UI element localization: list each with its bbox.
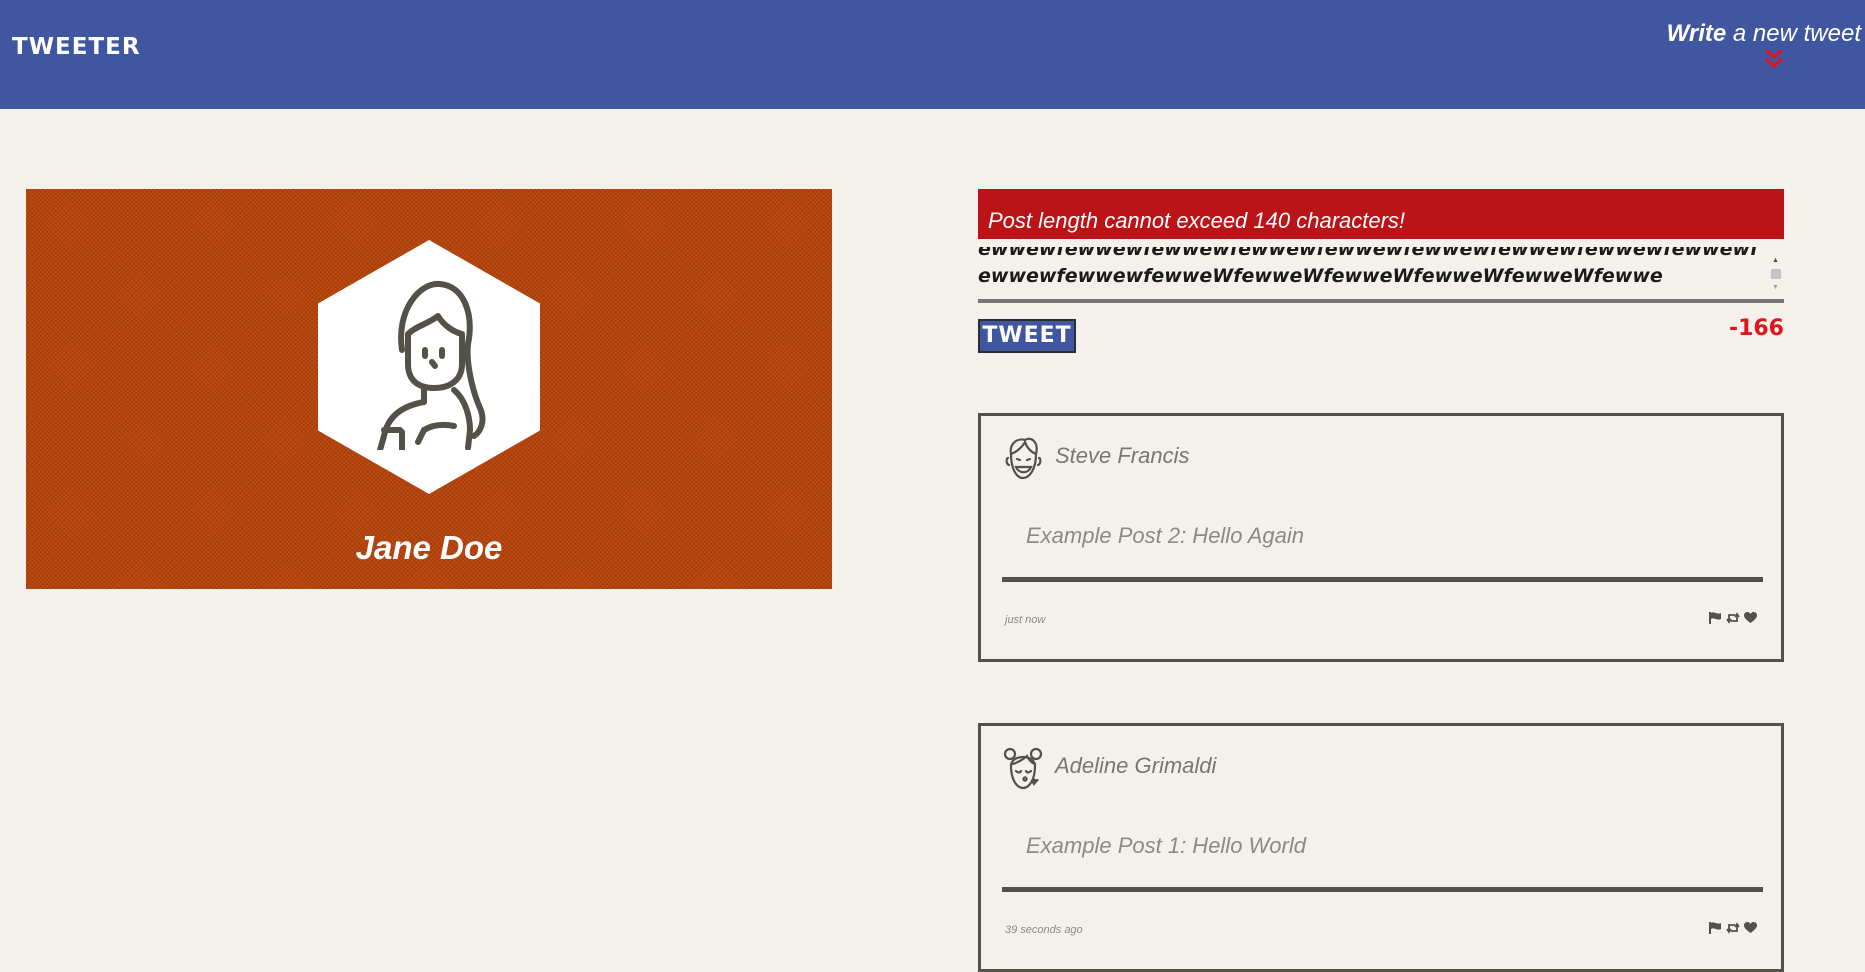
scroll-thumb[interactable] (1771, 269, 1781, 279)
double-chevron-down-icon[interactable] (1763, 46, 1785, 74)
tweet-actions (1709, 612, 1757, 624)
tweet-timestamp: just now (1005, 614, 1046, 626)
scroll-down-arrow-icon[interactable]: ▼ (1772, 284, 1779, 291)
profile-name: Jane Doe (355, 529, 503, 566)
brand-logo[interactable]: TWEETER (12, 34, 141, 60)
tweet-divider (1002, 577, 1763, 582)
profile-banner: Jane Doe (26, 189, 832, 589)
heart-icon[interactable] (1744, 922, 1757, 934)
error-message: Post length cannot exceed 140 characters… (978, 189, 1784, 239)
scroll-up-arrow-icon[interactable]: ▲ (1772, 257, 1779, 264)
compose-rest: a new tweet (1726, 20, 1861, 47)
flag-icon[interactable] (1709, 612, 1722, 624)
write-new-tweet-toggle[interactable]: Write a new tweet (1667, 20, 1861, 48)
textarea-scrollbar[interactable]: ▲ ▼ (1769, 257, 1783, 295)
tweet-card: Adeline Grimaldi Example Post 1: Hello W… (978, 723, 1784, 972)
laughing-man-avatar-icon (1005, 437, 1042, 480)
tweet-divider (1002, 887, 1763, 892)
kissing-woman-avatar-icon (1003, 747, 1043, 790)
retweet-icon[interactable] (1726, 922, 1740, 934)
tweet-author[interactable]: Steve Francis (1055, 443, 1190, 469)
compose-strong: Write (1666, 20, 1727, 47)
tweet-button[interactable]: TWEET (978, 319, 1076, 353)
avatar-hexagon (318, 240, 540, 494)
tweet-textarea-value: ewwewfewwewfewwewfewwewfewwewfewwewfewwe… (978, 247, 1759, 287)
retweet-icon[interactable] (1726, 612, 1740, 624)
textarea-underline (978, 299, 1784, 303)
tweet-timestamp: 39 seconds ago (1005, 924, 1083, 936)
tweet-card: Steve Francis Example Post 2: Hello Agai… (978, 413, 1784, 662)
character-counter: -166 (1728, 316, 1784, 341)
tweet-author[interactable]: Adeline Grimaldi (1055, 753, 1216, 779)
tweet-actions (1709, 922, 1757, 934)
flag-icon[interactable] (1709, 922, 1722, 934)
tweet-body: Example Post 1: Hello World (1026, 833, 1306, 858)
tweet-textarea[interactable]: ewwewfewwewfewwewfewwewfewwewfewwewfewwe… (978, 247, 1768, 299)
heart-icon[interactable] (1744, 612, 1757, 624)
top-nav: TWEETER Write a new tweet (0, 0, 1865, 109)
woman-avatar-icon (377, 280, 486, 450)
tweet-body: Example Post 2: Hello Again (1026, 523, 1304, 548)
